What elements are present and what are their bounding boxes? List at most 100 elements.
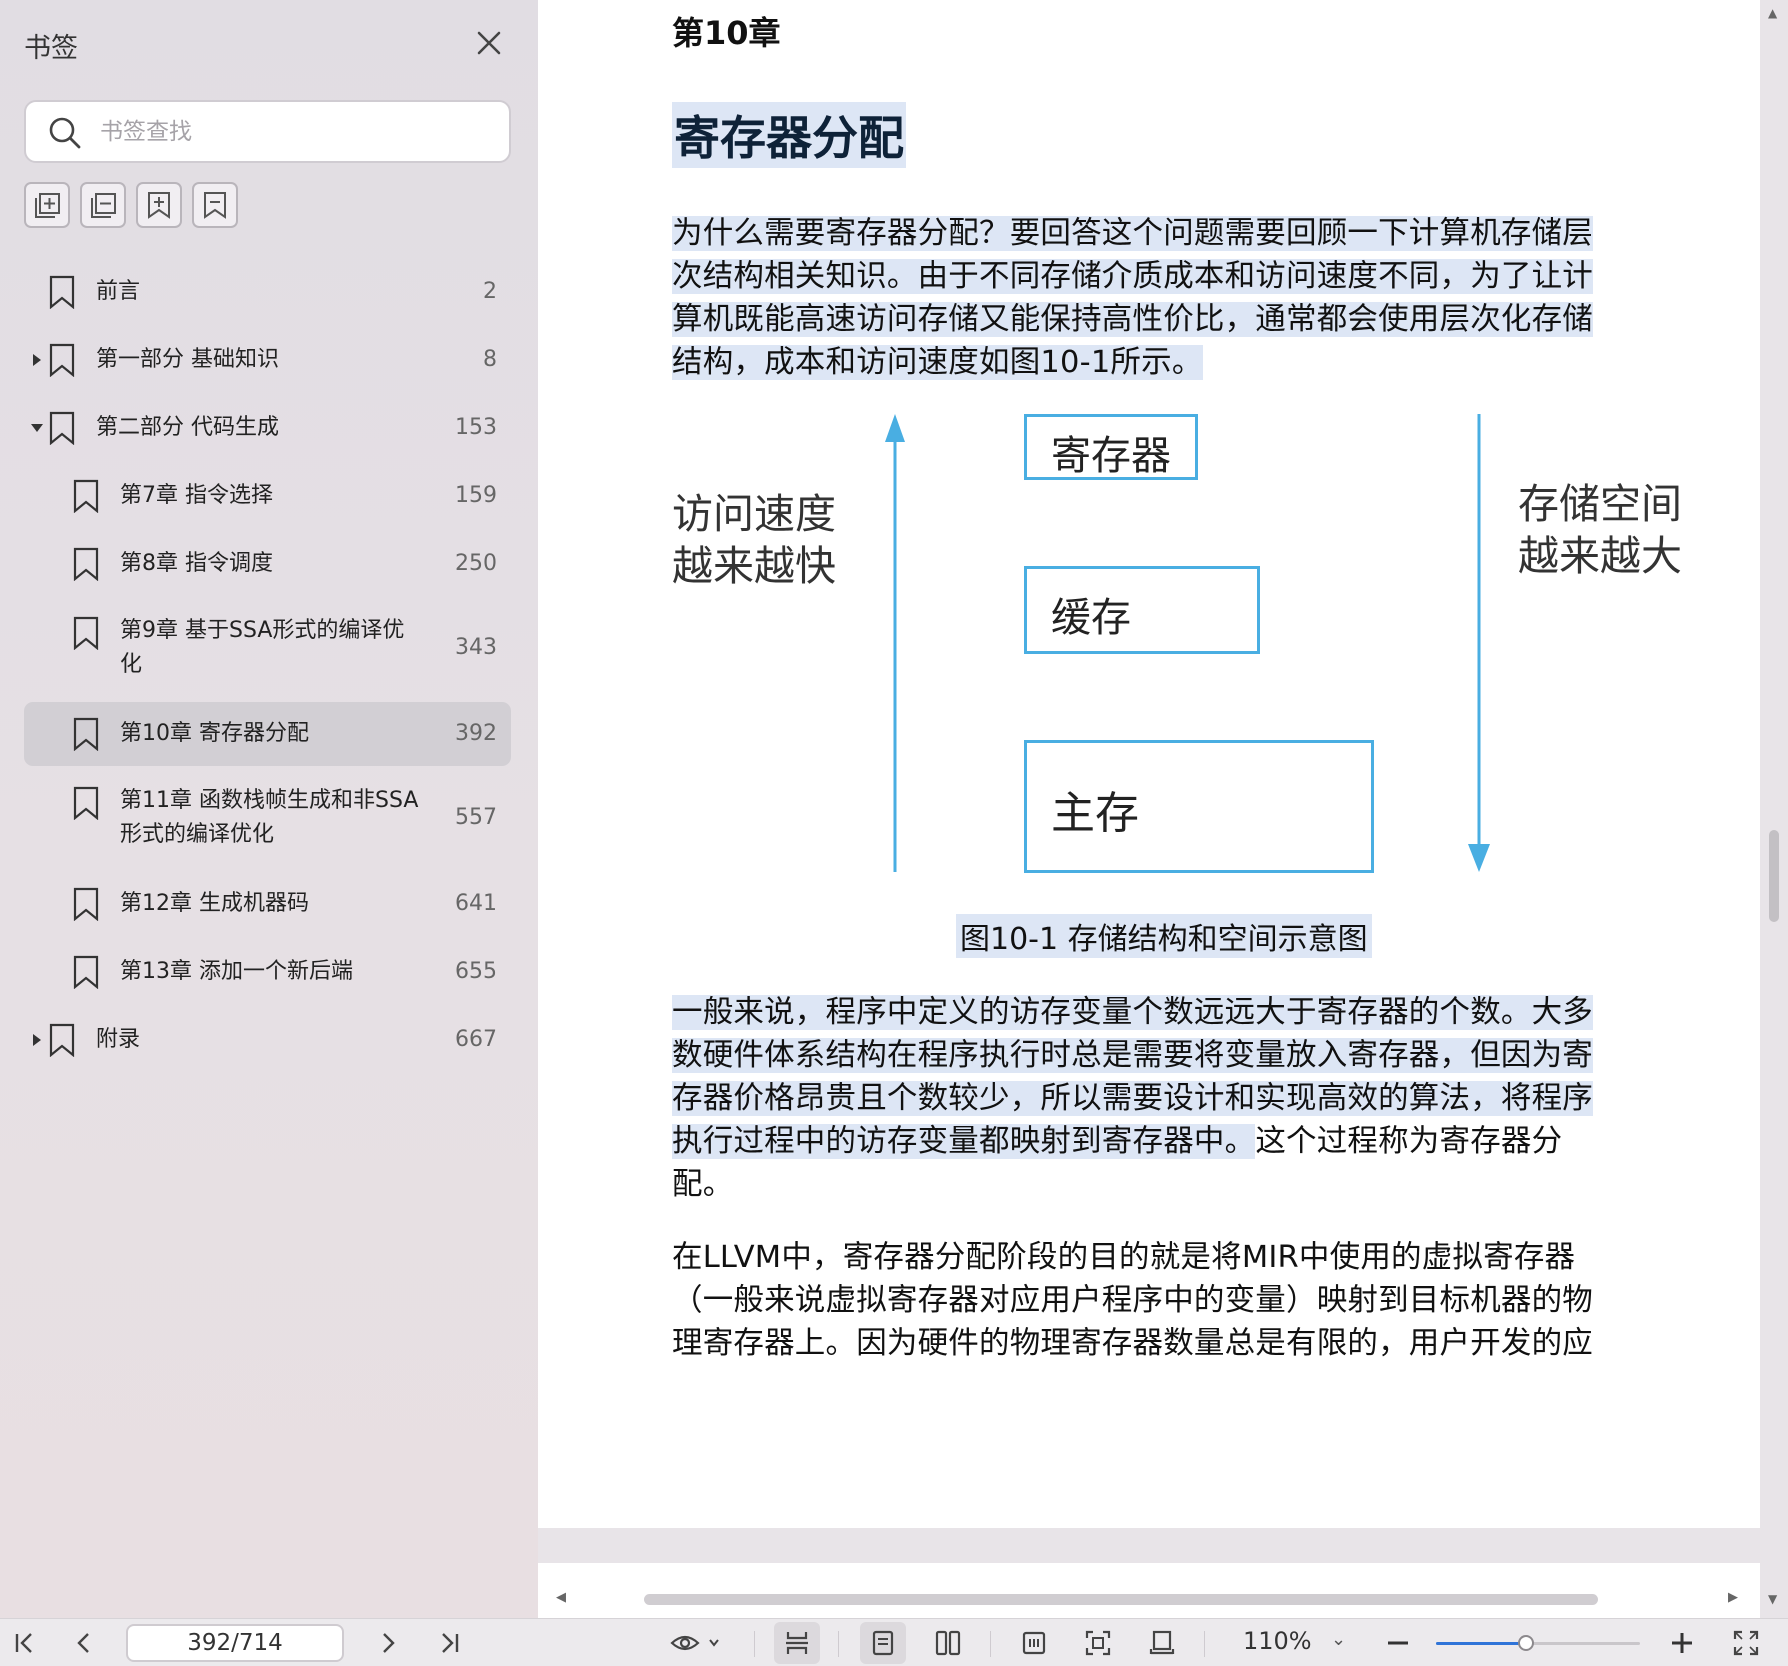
fit-page-button[interactable] <box>1080 1625 1116 1661</box>
bookmark-icon <box>73 786 99 820</box>
bookmark-page: 667 <box>455 1027 497 1052</box>
bookmark-icon <box>73 479 99 513</box>
scroll-left-icon[interactable]: ◀ <box>556 1590 566 1605</box>
fullscreen-button[interactable] <box>1728 1625 1764 1661</box>
collapse-all-button[interactable] <box>80 182 126 228</box>
bookmark-page: 343 <box>455 635 497 660</box>
document-viewport[interactable]: 第10章 寄存器分配 为什么需要寄存器分配？要回答这个问题需要回顾一下计算机存储… <box>538 0 1788 1618</box>
page-number-input[interactable]: 392/714 <box>126 1624 344 1662</box>
bookmark-icon <box>49 343 75 377</box>
collapse-arrow-icon[interactable] <box>30 421 44 435</box>
zoom-slider-knob[interactable] <box>1517 1635 1534 1651</box>
bookmark-icon <box>73 547 99 581</box>
scroll-down-icon[interactable]: ▼ <box>1768 1592 1777 1606</box>
fit-page-icon <box>1085 1630 1111 1656</box>
vertical-scrollbar[interactable]: ▲ ▼ <box>1760 0 1788 1618</box>
bookmark-label: 前言 <box>96 279 141 304</box>
zoom-out-button[interactable] <box>1380 1625 1416 1661</box>
fullscreen-icon <box>1733 1630 1759 1656</box>
zoom-dropdown-icon[interactable]: ⌄ <box>1331 1629 1346 1650</box>
first-page-icon <box>15 1633 32 1653</box>
zoom-slider[interactable] <box>1436 1635 1640 1651</box>
bookmark-page: 655 <box>455 959 497 984</box>
chevron-right-icon <box>383 1633 395 1653</box>
bookmark-label: 第13章 添加一个新后端 <box>120 959 353 984</box>
expand-all-icon <box>35 193 60 218</box>
bookmark-icon <box>73 955 99 989</box>
bookmark-item-ch12[interactable]: 第12章 生成机器码 641 <box>24 882 511 926</box>
paragraph-llvm: 在LLVM中，寄存器分配阶段的目的就是将MIR中使用的虚拟寄存器 （一般来说虚拟… <box>672 1236 1662 1365</box>
bookmark-page: 392 <box>455 721 497 746</box>
figure-left-label: 访问速度 越来越快 <box>672 490 836 590</box>
bookmark-item-ch9[interactable]: 第9章 基于SSA形式的编译优 化 343 <box>24 611 511 685</box>
bookmark-page: 8 <box>483 347 497 372</box>
scroll-up-icon[interactable]: ▲ <box>1768 6 1777 20</box>
view-mode-button[interactable] <box>666 1625 726 1661</box>
document-page: 第10章 寄存器分配 为什么需要寄存器分配？要回答这个问题需要回顾一下计算机存储… <box>538 0 1760 1528</box>
bookmark-search-box[interactable] <box>24 100 511 163</box>
bookmark-item-ch13[interactable]: 第13章 添加一个新后端 655 <box>24 950 511 994</box>
bookmark-item-appendix[interactable]: 附录 667 <box>24 1018 511 1062</box>
bookmark-item-ch10[interactable]: 第10章 寄存器分配 392 <box>24 702 511 766</box>
rotate-page-icon <box>1149 1630 1175 1655</box>
remove-bookmark-button[interactable] <box>192 182 238 228</box>
add-bookmark-button[interactable] <box>136 182 182 228</box>
bookmark-label-cont: 形式的编译优化 <box>120 822 275 847</box>
text-line: 存器价格昂贵且个数较少，所以需要设计和实现高效的算法，将程序 <box>672 1081 1593 1116</box>
bookmark-page: 159 <box>455 483 497 508</box>
text-line: 在LLVM中，寄存器分配阶段的目的就是将MIR中使用的虚拟寄存器 <box>672 1240 1576 1275</box>
zoom-in-button[interactable] <box>1664 1625 1700 1661</box>
fit-width-button[interactable] <box>1016 1625 1052 1661</box>
two-page-icon <box>935 1630 961 1656</box>
main-memory-box: 主存 <box>1024 740 1374 873</box>
plus-icon <box>1672 1633 1692 1653</box>
bookmark-item-preface[interactable]: 前言 2 <box>24 270 511 314</box>
minus-icon <box>1388 1641 1408 1645</box>
expand-arrow-icon[interactable] <box>30 353 44 367</box>
bookmark-search-input[interactable] <box>100 110 496 154</box>
figure-right-label: 存储空间 越来越大 <box>1518 480 1682 580</box>
bookmark-icon <box>49 275 75 309</box>
bottom-toolbar: 392/714 110% ⌄ <box>0 1618 1788 1666</box>
register-box: 寄存器 <box>1024 414 1198 480</box>
single-page-button[interactable] <box>860 1622 906 1664</box>
prev-page-button[interactable] <box>66 1625 102 1661</box>
last-page-button[interactable] <box>432 1625 468 1661</box>
remove-bookmark-icon <box>204 192 226 219</box>
text-line: 执行过程中的访存变量都映射到寄存器中。 <box>672 1124 1256 1159</box>
next-page-button[interactable] <box>370 1625 406 1661</box>
bookmark-item-ch11[interactable]: 第11章 函数栈帧生成和非SSA 形式的编译优化 557 <box>24 781 511 855</box>
scroll-right-icon[interactable]: ▶ <box>1728 1590 1738 1605</box>
bookmark-page: 557 <box>455 805 497 830</box>
vertical-scroll-thumb[interactable] <box>1769 830 1779 922</box>
bookmark-item-part1[interactable]: 第一部分 基础知识 8 <box>24 338 511 382</box>
bookmark-item-part2[interactable]: 第二部分 代码生成 153 <box>24 406 511 450</box>
bookmark-label: 附录 <box>96 1027 141 1052</box>
bookmark-sidebar: 书签 书签查找 前言 2 第一部分 基础知识 8 第二部分 代码生成 153 第… <box>0 0 538 1618</box>
zoom-level[interactable]: 110% <box>1243 1627 1312 1655</box>
bookmark-icon <box>49 411 75 445</box>
bookmark-label: 第7章 指令选择 <box>120 483 273 508</box>
horizontal-scroll-thumb[interactable] <box>644 1594 1598 1605</box>
first-page-button[interactable] <box>6 1625 42 1661</box>
bookmark-page: 153 <box>455 415 497 440</box>
bookmark-page: 641 <box>455 891 497 916</box>
expand-arrow-icon[interactable] <box>30 1033 44 1047</box>
close-icon[interactable] <box>472 26 506 60</box>
bookmark-item-ch8[interactable]: 第8章 指令调度 250 <box>24 542 511 586</box>
paragraph-register-allocation: 一般来说，程序中定义的访存变量个数远远大于寄存器的个数。大多 数硬件体系结构在程… <box>672 991 1662 1206</box>
two-page-button[interactable] <box>930 1625 966 1661</box>
last-page-icon <box>442 1633 459 1653</box>
rotate-page-button[interactable] <box>1144 1625 1180 1661</box>
bookmark-label-cont: 化 <box>120 652 143 677</box>
expand-all-button[interactable] <box>24 182 70 228</box>
bookmark-icon <box>49 1023 75 1057</box>
sidebar-title: 书签 <box>24 33 78 64</box>
add-bookmark-icon <box>148 192 170 219</box>
continuous-scroll-button[interactable] <box>774 1622 820 1664</box>
text-line: 数硬件体系结构在程序执行时总是需要将变量放入寄存器，但因为寄 <box>672 1038 1593 1073</box>
bookmark-item-ch7[interactable]: 第7章 指令选择 159 <box>24 474 511 518</box>
horizontal-scrollbar[interactable]: ◀ ▶ <box>538 1586 1760 1612</box>
collapse-all-icon <box>91 193 116 218</box>
cache-box: 缓存 <box>1024 566 1260 654</box>
